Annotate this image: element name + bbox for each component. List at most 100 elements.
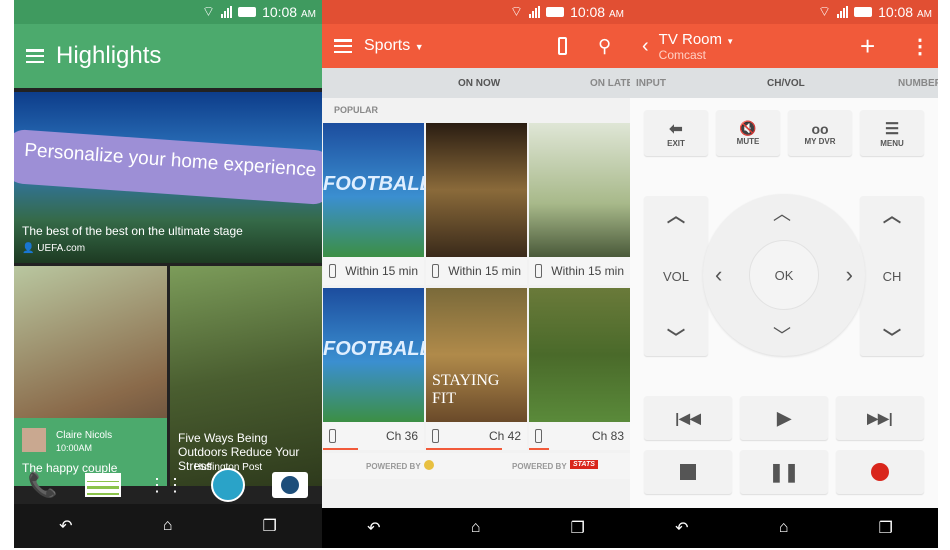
home-icon[interactable]: ⌂ — [471, 519, 481, 537]
rewind-button[interactable]: |◀◀ — [644, 396, 732, 440]
channel-down-icon[interactable]: ﹀ — [883, 324, 901, 350]
menu-icon[interactable] — [26, 49, 44, 63]
pause-button[interactable]: ❚❚ — [740, 450, 828, 494]
mute-icon: 🔇 — [739, 120, 757, 136]
section-header: POPULAR — [334, 105, 379, 115]
button-label: MY DVR — [804, 136, 836, 146]
volume-up-icon[interactable]: ︿ — [667, 202, 685, 228]
post-time: 10:00AM — [56, 443, 93, 453]
story-card-outdoors[interactable]: Five Ways Being Outdoors Reduce Your Str… — [170, 266, 322, 486]
category-dropdown[interactable]: Sports ▼ — [364, 37, 424, 55]
phone-icon[interactable]: 📞 — [28, 471, 58, 500]
banner-card[interactable]: Personalize your home experience The bes… — [14, 92, 322, 263]
tab-on-later[interactable]: ON LATER — [590, 78, 630, 89]
page-title: Highlights — [56, 42, 162, 69]
mute-button[interactable]: 🔇 MUTE — [716, 110, 780, 156]
dpad-up-icon[interactable]: ︿ — [773, 200, 791, 226]
recents-icon[interactable]: ❐ — [571, 518, 585, 538]
avatar — [22, 428, 46, 452]
clock-ampm: AM — [301, 9, 316, 20]
room-dropdown[interactable]: TV Room ▼ Comcast — [659, 31, 734, 62]
back-icon[interactable]: ↶ — [675, 518, 688, 538]
my-dvr-button[interactable]: oo MY DVR — [788, 110, 852, 156]
tab-input[interactable]: INPUT — [636, 78, 666, 89]
back-arrow-icon[interactable]: ‹ — [642, 35, 649, 58]
provider-logo-icon — [424, 460, 434, 470]
tile-image-text: STAYING FIT — [432, 372, 500, 407]
dvr-icon: oo — [811, 120, 829, 137]
status-bar: ⌔ 10:08 AM — [630, 0, 938, 24]
tile-caption: Within 15 min — [345, 264, 418, 278]
menu-icon[interactable] — [334, 39, 352, 53]
room-title: TV Room — [658, 30, 723, 48]
home-icon[interactable]: ⌂ — [779, 519, 789, 537]
recents-icon[interactable]: ❐ — [879, 518, 893, 538]
program-tile[interactable]: FOOTBALL Within 15 min — [323, 123, 432, 285]
play-button[interactable]: ▶ — [740, 396, 828, 440]
recents-icon[interactable]: ❐ — [263, 516, 277, 536]
overflow-menu-icon[interactable]: ⋮ — [910, 34, 930, 59]
play-icon: ▶ — [777, 407, 791, 428]
add-icon[interactable]: + — [860, 31, 875, 62]
record-icon — [871, 463, 889, 481]
menu-button[interactable]: ☰ MENU — [860, 110, 924, 156]
banner-source: UEFA.com — [37, 243, 86, 254]
battery-icon — [546, 7, 565, 17]
story-card-couple[interactable]: Claire Nicols 10:00AM The happy couple — [14, 266, 167, 486]
browser-globe-icon[interactable] — [211, 468, 246, 502]
tile-image-text: FOOTBALL — [323, 338, 432, 360]
tab-on-now[interactable]: ON NOW — [458, 78, 500, 89]
status-bar: ⌔ 10:08 AM — [14, 0, 322, 24]
remote-icon[interactable] — [432, 264, 439, 278]
home-icon[interactable]: ⌂ — [163, 517, 173, 535]
tile-caption: Within 15 min — [448, 264, 521, 278]
nav-bar: ↶ ⌂ ❐ — [630, 508, 938, 548]
fast-forward-button[interactable]: ▶▶| — [836, 396, 924, 440]
ok-button[interactable]: OK — [749, 240, 819, 310]
dpad-down-icon[interactable]: ﹀ — [773, 322, 791, 348]
app-bar: Sports ▼ ⚲ — [322, 24, 630, 68]
apps-grid-icon[interactable]: ⋮⋮ — [148, 475, 184, 496]
remote-icon[interactable] — [558, 37, 567, 55]
back-icon[interactable]: ↶ — [59, 516, 72, 536]
tile-caption: Within 15 min — [551, 264, 624, 278]
clock: 10:08 — [570, 4, 606, 20]
remote-icon[interactable] — [535, 429, 542, 443]
button-label: MENU — [880, 138, 904, 148]
clock: 10:08 — [262, 4, 298, 20]
camera-icon[interactable] — [272, 472, 309, 498]
program-tile[interactable]: FOOTBALL Ch 36 — [323, 288, 432, 450]
record-button[interactable] — [836, 450, 924, 494]
pause-icon: ❚❚ — [768, 461, 800, 482]
program-tile[interactable]: Within 15 min — [529, 123, 630, 285]
dpad-right-icon[interactable]: › — [846, 262, 853, 288]
volume-label: VOL — [662, 268, 689, 284]
tab-number[interactable]: NUMBER — [898, 78, 938, 89]
program-tile[interactable]: STAYING FIT Ch 42 — [426, 288, 527, 450]
program-tile[interactable]: Within 15 min — [426, 123, 527, 285]
sports-screen: ⌔ 10:08 AM Sports ▼ ⚲ ON NOW ON LATER PO… — [322, 0, 630, 548]
tab-bar: ON NOW ON LATER — [322, 68, 630, 98]
app-bar: ‹ TV Room ▼ Comcast + ⋮ — [630, 24, 938, 68]
stop-button[interactable] — [644, 450, 732, 494]
category-label: Sports — [364, 37, 411, 54]
remote-icon[interactable] — [329, 264, 336, 278]
dpad-left-icon[interactable]: ‹ — [715, 262, 722, 288]
program-tile[interactable]: Ch 83 — [529, 288, 630, 450]
tab-ch-vol[interactable]: CH/VOL — [767, 78, 805, 89]
search-icon[interactable]: ⚲ — [598, 36, 611, 57]
provider-subtitle: Comcast — [658, 47, 707, 62]
channel-up-icon[interactable]: ︿ — [883, 202, 901, 228]
exit-button[interactable]: ⬅ EXIT — [644, 110, 708, 156]
remote-icon[interactable] — [432, 429, 439, 443]
volume-down-icon[interactable]: ﹀ — [667, 324, 685, 350]
battery-icon — [854, 7, 873, 17]
messages-icon[interactable] — [84, 473, 121, 497]
remote-icon[interactable] — [329, 429, 336, 443]
progress-bar — [323, 448, 359, 450]
nav-bar: ↶ ⌂ ❐ — [322, 508, 630, 548]
remote-icon[interactable] — [535, 264, 542, 278]
nav-bar: ↶ ⌂ ❐ — [14, 504, 322, 548]
dropdown-arrow-icon: ▼ — [414, 42, 424, 52]
back-icon[interactable]: ↶ — [367, 518, 380, 538]
